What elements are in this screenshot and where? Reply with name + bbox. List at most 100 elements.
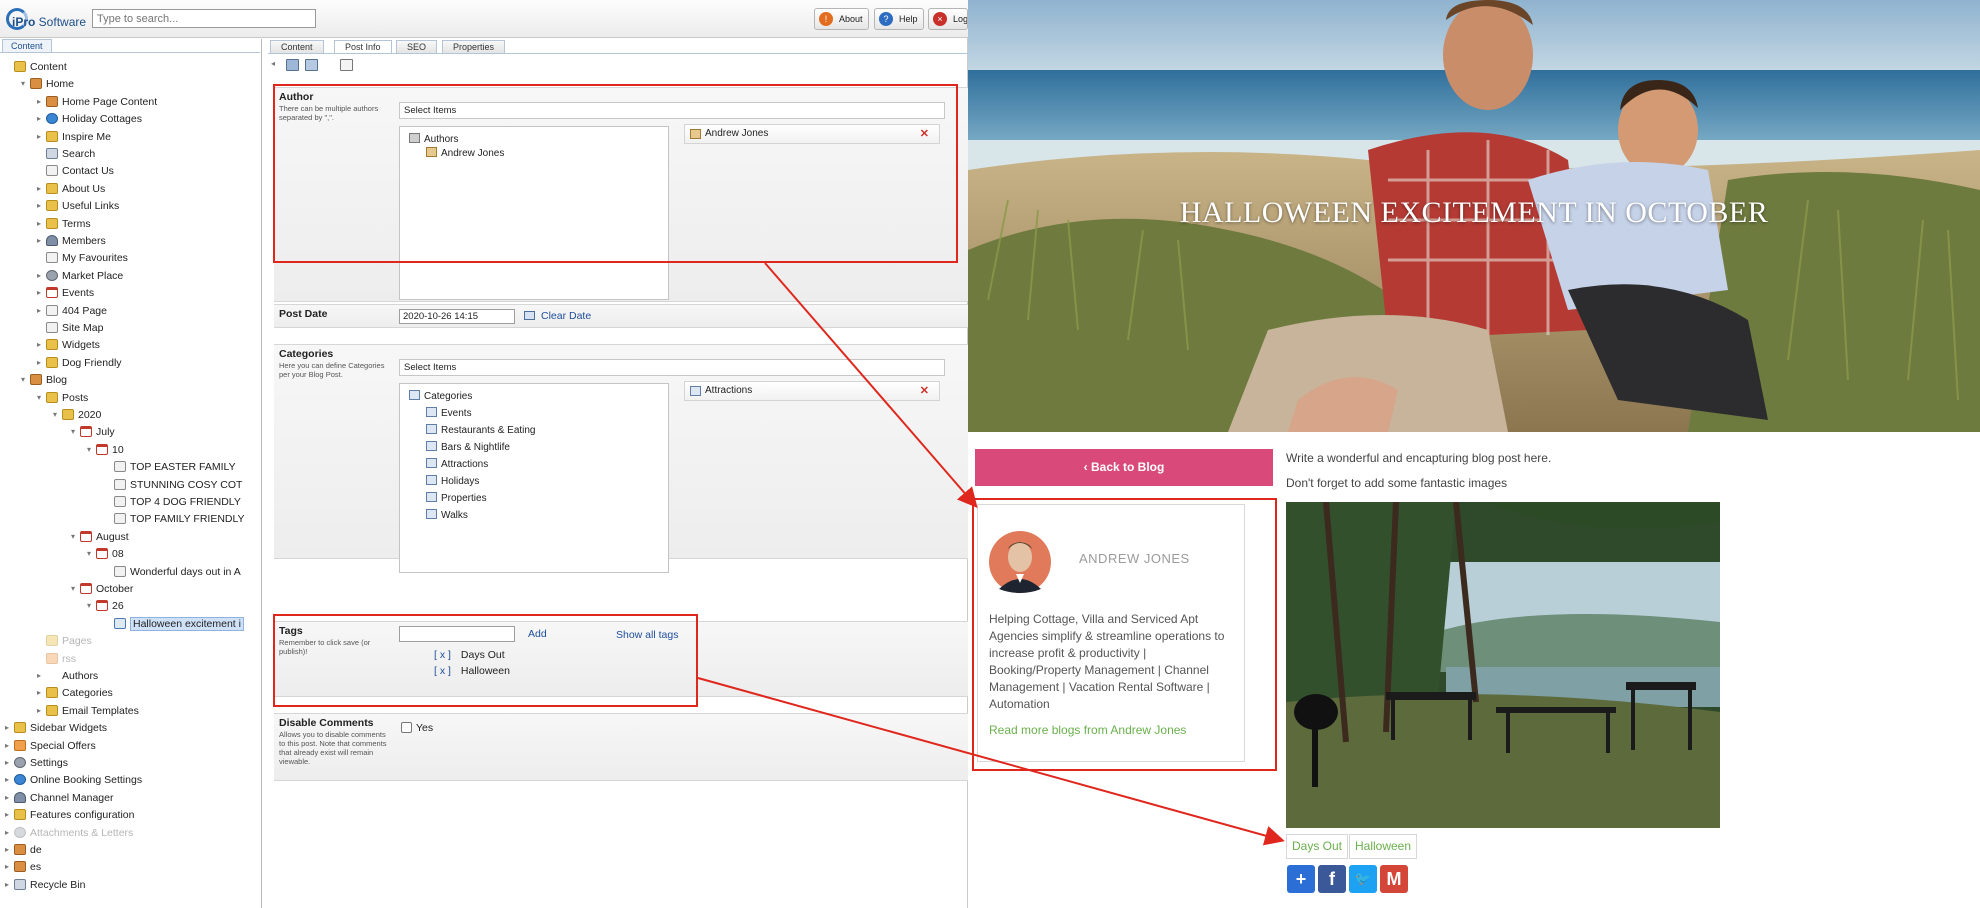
tree-node[interactable]: Halloween excitement i <box>114 616 244 631</box>
tree-node[interactable]: My Favourites <box>46 251 128 265</box>
tree-node[interactable]: ▾ Home <box>21 77 74 91</box>
tree-node[interactable]: TOP EASTER FAMILY <box>114 460 236 474</box>
tree-node[interactable]: Contact Us <box>46 164 114 178</box>
tree-node[interactable]: ▸ Online Booking Settings <box>5 773 142 787</box>
tree-node[interactable]: ▾ Posts <box>37 391 88 405</box>
tree-node[interactable]: TOP FAMILY FRIENDLY <box>114 512 245 526</box>
tree-node[interactable]: Wonderful days out in A <box>114 565 241 579</box>
category-item[interactable]: Attractions <box>426 458 488 471</box>
back-to-blog-button[interactable]: ‹ Back to Blog <box>975 449 1273 486</box>
tree-expander-icon[interactable]: ▸ <box>34 130 44 144</box>
tree-expander-icon[interactable]: ▸ <box>34 217 44 231</box>
tree-expander-icon[interactable]: ▾ <box>84 599 94 613</box>
clear-date-link[interactable]: Clear Date <box>541 310 591 322</box>
tree-node[interactable]: ▸ Sidebar Widgets <box>5 721 107 735</box>
tree-node[interactable]: ▸ Dog Friendly <box>37 356 122 370</box>
tab-seo[interactable]: SEO <box>396 40 438 53</box>
tree-node[interactable]: ▸ Authors <box>37 669 98 683</box>
gmail-icon[interactable]: M <box>1380 865 1408 893</box>
tree-node[interactable]: ▸ es <box>5 860 41 874</box>
tree-expander-icon[interactable]: ▾ <box>84 443 94 457</box>
tree-expander-icon[interactable]: ▸ <box>34 356 44 370</box>
tree-expander-icon[interactable]: ▸ <box>34 95 44 109</box>
category-item[interactable]: Restaurants & Eating <box>426 424 536 437</box>
tree-tab-content[interactable]: Content <box>2 39 52 52</box>
tree-expander-icon[interactable]: ▸ <box>34 704 44 718</box>
post-tag-days-out[interactable]: Days Out <box>1286 834 1349 859</box>
tree-expander-icon[interactable]: ▸ <box>34 304 44 318</box>
category-item[interactable]: Properties <box>426 492 487 505</box>
tree-node[interactable]: ▸ Email Templates <box>37 704 139 718</box>
remove-category-icon[interactable]: ✕ <box>920 382 929 400</box>
tab-content[interactable]: Content <box>270 40 324 53</box>
tree-expander-icon[interactable]: ▾ <box>18 373 28 387</box>
tree-node[interactable]: ▾ 2020 <box>53 408 101 422</box>
tree-expander-icon[interactable]: ▸ <box>34 199 44 213</box>
tree-expander-icon[interactable]: ▸ <box>2 739 12 753</box>
category-item[interactable]: Walks <box>426 509 468 522</box>
tree-node[interactable]: Search <box>46 147 95 161</box>
tab-post-info[interactable]: Post Info <box>334 40 392 54</box>
preview-icon[interactable] <box>340 59 353 71</box>
tree-expander-icon[interactable]: ▸ <box>2 791 12 805</box>
facebook-icon[interactable]: f <box>1318 865 1346 893</box>
tree-node[interactable]: Content <box>14 60 67 74</box>
tree-node[interactable]: ▸ 404 Page <box>37 304 107 318</box>
tree-node[interactable]: ▸ Home Page Content <box>37 95 157 109</box>
tree-expander-icon[interactable]: ▸ <box>34 286 44 300</box>
help-button[interactable]: ? Help <box>874 8 924 30</box>
tree-expander-icon[interactable]: ▸ <box>2 773 12 787</box>
tree-expander-icon[interactable]: ▾ <box>68 582 78 596</box>
tree-expander-icon[interactable]: ▾ <box>68 530 78 544</box>
tree-node[interactable]: ▸ de <box>5 843 42 857</box>
tree-node[interactable]: ▸ Categories <box>37 686 113 700</box>
tree-node[interactable]: ▸ Members <box>37 234 106 248</box>
tree-expander-icon[interactable]: ▸ <box>2 860 12 874</box>
tree-expander-icon[interactable]: ▸ <box>34 269 44 283</box>
tree-expander-icon[interactable]: ▾ <box>34 391 44 405</box>
tree-node[interactable]: ▸ Inspire Me <box>37 130 111 144</box>
tree-expander-icon[interactable]: ▸ <box>34 686 44 700</box>
tree-expander-icon[interactable]: ▾ <box>18 77 28 91</box>
tree-node[interactable]: ▸ Widgets <box>37 338 100 352</box>
save-publish-icon[interactable] <box>305 59 318 71</box>
category-item[interactable]: Events <box>426 407 472 420</box>
tree-node[interactable]: ▸ Attachments & Letters <box>5 826 133 840</box>
tree-expander-icon[interactable]: ▸ <box>2 878 12 892</box>
tree-node[interactable]: ▾ 26 <box>87 599 124 613</box>
tree-node[interactable]: ▸ Recycle Bin <box>5 878 85 892</box>
tree-node[interactable]: Pages <box>46 634 92 648</box>
tree-node[interactable]: ▸ Events <box>37 286 94 300</box>
calendar-icon[interactable] <box>524 311 535 320</box>
tree-expander-icon[interactable]: ▸ <box>34 182 44 196</box>
tree-node[interactable]: ▸ Holiday Cottages <box>37 112 142 126</box>
tree-node[interactable]: ▸ Special Offers <box>5 739 96 753</box>
cms-search-input[interactable] <box>92 9 316 28</box>
toolbar-collapse-icon[interactable]: ◂ <box>271 59 275 68</box>
categories-tree-root[interactable]: Categories <box>409 390 472 403</box>
about-button[interactable]: ! About <box>814 8 869 30</box>
tree-expander-icon[interactable]: ▾ <box>68 425 78 439</box>
tree-node[interactable]: ▸ About Us <box>37 182 105 196</box>
tree-expander-icon[interactable]: ▸ <box>2 808 12 822</box>
post-date-input[interactable]: 2020-10-26 14:15 <box>399 309 515 324</box>
category-item[interactable]: Holidays <box>426 475 479 488</box>
tree-expander-icon[interactable]: ▸ <box>2 843 12 857</box>
category-item[interactable]: Bars & Nightlife <box>426 441 510 454</box>
tree-node[interactable]: ▸ Terms <box>37 217 91 231</box>
tree-node[interactable]: ▸ Market Place <box>37 269 123 283</box>
tree-expander-icon[interactable]: ▸ <box>2 826 12 840</box>
tree-node[interactable]: ▸ Features configuration <box>5 808 134 822</box>
logout-button[interactable]: × Logo <box>928 8 968 30</box>
tree-node[interactable]: ▸ Settings <box>5 756 68 770</box>
tree-node[interactable]: STUNNING COSY COT <box>114 478 242 492</box>
disable-comments-checkbox[interactable] <box>401 722 412 733</box>
save-icon[interactable] <box>286 59 299 71</box>
tab-properties[interactable]: Properties <box>442 40 506 53</box>
tree-expander-icon[interactable]: ▾ <box>84 547 94 561</box>
tree-node[interactable]: TOP 4 DOG FRIENDLY <box>114 495 241 509</box>
tree-node[interactable]: ▸ Useful Links <box>37 199 119 213</box>
tree-node[interactable]: ▾ August <box>71 530 129 544</box>
tree-expander-icon[interactable]: ▾ <box>50 408 60 422</box>
tree-node[interactable]: ▾ July <box>71 425 115 439</box>
